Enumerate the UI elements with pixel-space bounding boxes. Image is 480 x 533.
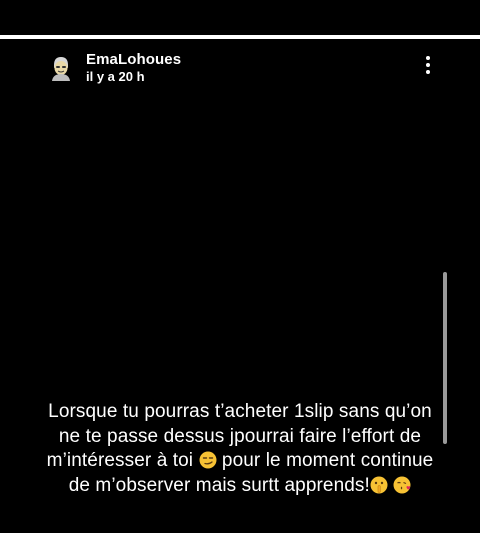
menu-dot bbox=[426, 63, 430, 67]
caption-line-3-end: pour le moment continue bbox=[221, 450, 434, 471]
menu-dot bbox=[426, 70, 430, 74]
shushing-face-emoji bbox=[370, 476, 388, 494]
story-progress-bar bbox=[0, 35, 480, 39]
caption-line-4: de m’observer mais surtt apprends! bbox=[20, 474, 460, 499]
story-progress-fill bbox=[0, 35, 480, 39]
more-vertical-icon[interactable] bbox=[419, 52, 437, 78]
story-timestamp: il y a 20 h bbox=[86, 68, 145, 84]
avatar[interactable] bbox=[50, 55, 72, 81]
username[interactable]: EmaLohoues bbox=[86, 52, 181, 68]
caption-line-2: ne te passe dessus jpourrai faire l’effo… bbox=[58, 425, 422, 447]
story-header: EmaLohoues il y a 20 h bbox=[50, 52, 181, 83]
menu-dot bbox=[426, 56, 430, 60]
caption-line-4-text: de m’observer mais surtt apprends! bbox=[68, 474, 370, 496]
caption-line-1: Lorsque tu pourras t’acheter 1slip sans … bbox=[48, 401, 432, 422]
caption-line-3: m’intéresser à toi pour le moment contin… bbox=[20, 449, 460, 474]
caption-line-3-start: m’intéresser à toi bbox=[46, 450, 194, 471]
face-blowing-kiss-emoji bbox=[393, 476, 411, 494]
story-caption: Lorsque tu pourras t’acheter 1slip sans … bbox=[20, 400, 460, 498]
smirking-face-emoji bbox=[199, 451, 217, 469]
